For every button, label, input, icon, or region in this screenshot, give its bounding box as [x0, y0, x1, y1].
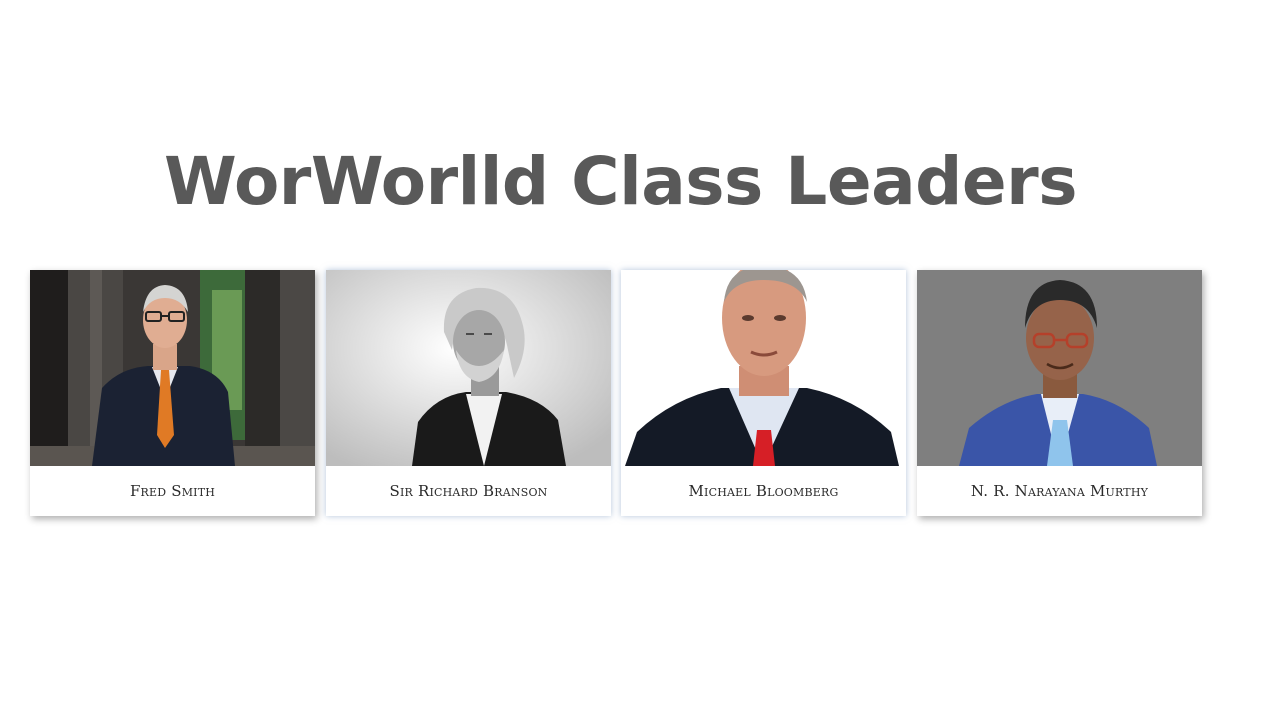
leader-name: Fred Smith	[129, 482, 216, 500]
leader-photo-michael-bloomberg	[621, 270, 906, 466]
leader-name: N. R. Narayana Murthy	[970, 482, 1149, 500]
slide-title: WorWorlld Class Leaders	[164, 143, 1077, 220]
leader-photo-narayana-murthy	[917, 270, 1202, 466]
leader-card-richard-branson: Sir Richard Branson	[326, 270, 611, 516]
leader-name: Sir Richard Branson	[389, 482, 548, 500]
leader-card-michael-bloomberg: Michael Bloomberg	[621, 270, 906, 516]
leader-card-fred-smith: Fred Smith	[30, 270, 315, 516]
leader-photo-fred-smith	[30, 270, 315, 466]
leader-name: Michael Bloomberg	[688, 482, 839, 500]
slide: WorWorlld Class Leaders Fred Smith Sir R…	[0, 0, 1280, 720]
leader-photo-richard-branson	[326, 270, 611, 466]
leader-card-narayana-murthy: N. R. Narayana Murthy	[917, 270, 1202, 516]
